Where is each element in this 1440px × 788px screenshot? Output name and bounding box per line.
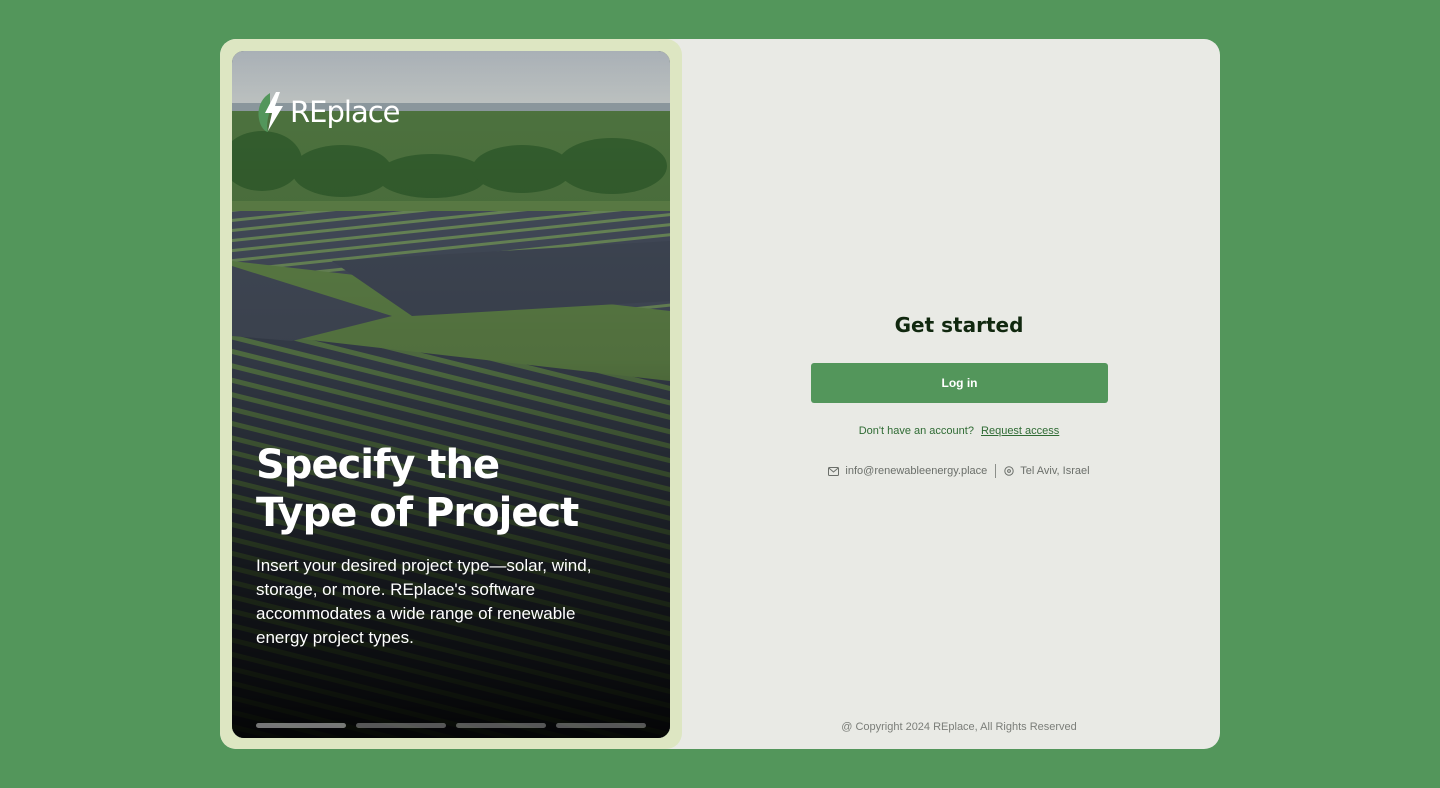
location-pin-icon: [1004, 465, 1014, 476]
brand-name: REplace: [290, 95, 400, 129]
divider: [995, 464, 997, 478]
contact-info: info@renewableenergy.place Tel Aviv, Isr…: [682, 464, 1220, 478]
login-button[interactable]: Log in: [811, 363, 1108, 403]
auth-panel: Get started Log in Don't have an account…: [682, 39, 1220, 749]
contact-email[interactable]: info@renewableenergy.place: [845, 465, 987, 477]
auth-card: REplace Specify the Type of Project Inse…: [220, 39, 1220, 749]
carousel-indicators: [256, 723, 646, 728]
carousel-dot[interactable]: [256, 723, 346, 728]
carousel-dot[interactable]: [556, 723, 646, 728]
contact-location: Tel Aviv, Israel: [1020, 465, 1090, 477]
hero-title-line-2: Type of Project: [256, 490, 579, 536]
signup-prompt: Don't have an account? Request access: [682, 425, 1220, 437]
request-access-link[interactable]: Request access: [981, 425, 1059, 437]
no-account-text: Don't have an account?: [858, 425, 974, 437]
hero-panel: REplace Specify the Type of Project Inse…: [232, 51, 670, 738]
hero-frame: REplace Specify the Type of Project Inse…: [220, 39, 682, 749]
carousel-dot[interactable]: [356, 723, 446, 728]
mail-icon: [828, 466, 840, 476]
page-title: Get started: [894, 313, 1024, 337]
hero-title-line-1: Specify the: [256, 442, 500, 488]
hero-description: Insert your desired project type—solar, …: [256, 556, 592, 647]
lightning-leaf-icon: [258, 92, 283, 132]
brand-logo: REplace: [256, 91, 400, 133]
hero-title: Specify the Type of Project: [256, 441, 656, 537]
carousel-dot[interactable]: [456, 723, 546, 728]
copyright-text: @ Copyright 2024 REplace, All Rights Res…: [841, 721, 1077, 733]
